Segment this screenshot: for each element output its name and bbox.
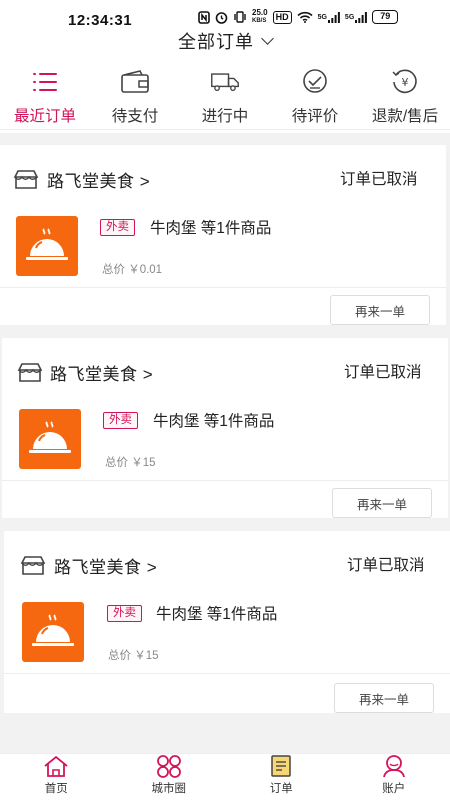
vibrate-icon: [233, 9, 247, 25]
nav-item-orders[interactable]: 订单: [225, 754, 338, 800]
tab-label: 进行中: [201, 108, 249, 125]
divider: [2, 480, 448, 481]
nav-label: 订单: [269, 783, 293, 795]
tab-to-review[interactable]: 待评价: [270, 58, 360, 129]
store-name[interactable]: 路飞堂美食 >: [47, 167, 150, 192]
nav-item-city-circle[interactable]: 城市圈: [113, 754, 226, 800]
item-summary: 牛肉堡 等1件商品: [156, 606, 278, 623]
tab-label: 最近订单: [13, 108, 76, 125]
food-thumbnail: [19, 409, 81, 469]
order-card[interactable]: 路飞堂美食 > 订单已取消 外卖 牛肉堡 等1件商品 总价 ￥0.01 再来一单: [0, 145, 446, 325]
status-time: 12:34:31: [68, 12, 133, 29]
delivery-tag: 外卖: [100, 219, 135, 236]
divider: [0, 287, 446, 288]
reorder-button[interactable]: 再来一单: [332, 488, 432, 518]
item-summary: 牛肉堡 等1件商品: [150, 220, 272, 237]
signal-label-2: 5G: [344, 13, 355, 21]
nav-item-home[interactable]: 首页: [0, 754, 113, 800]
reorder-button[interactable]: 再来一单: [334, 683, 434, 713]
cloche-icon: [29, 421, 71, 453]
hd-icon: HD: [272, 10, 292, 24]
comment-check-icon: [300, 68, 330, 96]
refund-yen-icon: ¥: [390, 68, 420, 96]
tab-in-progress[interactable]: 进行中: [180, 58, 270, 129]
order-card[interactable]: 路飞堂美食 > 订单已取消 外卖 牛肉堡 等1件商品 总价 ￥15 再来一单: [2, 338, 448, 518]
wallet-icon: [120, 68, 150, 96]
order-card[interactable]: 路飞堂美食 > 订单已取消 外卖 牛肉堡 等1件商品 总价 ￥15 再来一单: [4, 531, 450, 713]
tab-pending-payment[interactable]: 待支付: [90, 58, 180, 129]
tab-refund-aftersales[interactable]: ¥ 退款/售后: [360, 58, 450, 129]
battery-icon: 79: [372, 10, 399, 24]
food-thumbnail: [22, 602, 84, 662]
order-list: 路飞堂美食 > 订单已取消 外卖 牛肉堡 等1件商品 总价 ￥0.01 再来一单…: [0, 133, 450, 753]
order-tabs: 最近订单 待支付 进行中 待评价 ¥ 退款/售后: [0, 58, 450, 130]
cloche-icon: [32, 614, 74, 646]
list-icon: [30, 68, 60, 96]
order-status: 订单已取消: [340, 171, 418, 188]
home-icon: [43, 754, 69, 778]
nav-label: 首页: [44, 783, 68, 795]
order-status: 订单已取消: [344, 364, 422, 381]
tab-label: 退款/售后: [371, 108, 439, 125]
page-title: 全部订单: [178, 32, 254, 52]
net-speed-value: 25.0: [252, 8, 268, 17]
status-icons: 25.0 KB/S HD 5G 5G 79: [198, 9, 399, 25]
cloche-icon: [26, 228, 68, 260]
item-summary: 牛肉堡 等1件商品: [153, 413, 275, 430]
food-thumbnail: [16, 216, 78, 276]
divider: [4, 673, 450, 674]
signal-icon-1: 5G: [318, 9, 340, 25]
store-icon: [17, 363, 43, 388]
delivery-tag: 外卖: [107, 605, 142, 622]
chevron-down-icon: [261, 31, 274, 45]
signal-icon-2: 5G: [344, 9, 368, 25]
signal-label-1: 5G: [317, 13, 327, 21]
wifi-icon: [297, 9, 313, 25]
svg-text:¥: ¥: [402, 76, 409, 89]
store-icon: [20, 556, 46, 581]
order-filter-dropdown[interactable]: 全部订单: [0, 28, 450, 54]
tab-label: 待支付: [111, 108, 159, 125]
nfc-icon: [198, 9, 210, 25]
delivery-tag: 外卖: [103, 412, 138, 429]
net-speed: 25.0 KB/S: [252, 9, 268, 25]
nav-label: 账户: [382, 783, 406, 795]
nav-item-account[interactable]: 账户: [338, 754, 450, 800]
alarm-icon: [215, 9, 228, 25]
city-circle-icon: [156, 754, 182, 778]
order-note-icon: [270, 754, 292, 778]
reorder-button[interactable]: 再来一单: [330, 295, 430, 325]
store-icon: [13, 170, 39, 195]
nav-label: 城市圈: [151, 783, 187, 795]
bottom-nav: 首页 城市圈 订单 账户: [0, 753, 450, 800]
net-speed-unit: KB/S: [252, 18, 267, 24]
account-icon: [381, 754, 407, 778]
order-total: 总价 ￥15: [108, 650, 159, 662]
order-total: 总价 ￥0.01: [102, 264, 163, 276]
store-name[interactable]: 路飞堂美食 >: [50, 360, 153, 385]
store-name[interactable]: 路飞堂美食 >: [54, 553, 157, 578]
tab-recent-orders[interactable]: 最近订单: [0, 58, 90, 129]
order-total: 总价 ￥15: [105, 457, 156, 469]
order-status: 订单已取消: [347, 557, 425, 574]
tab-label: 待评价: [291, 108, 339, 125]
status-bar: 12:34:31 25.0 KB/S HD 5G 5G 79: [0, 0, 450, 30]
truck-icon: [210, 68, 240, 96]
